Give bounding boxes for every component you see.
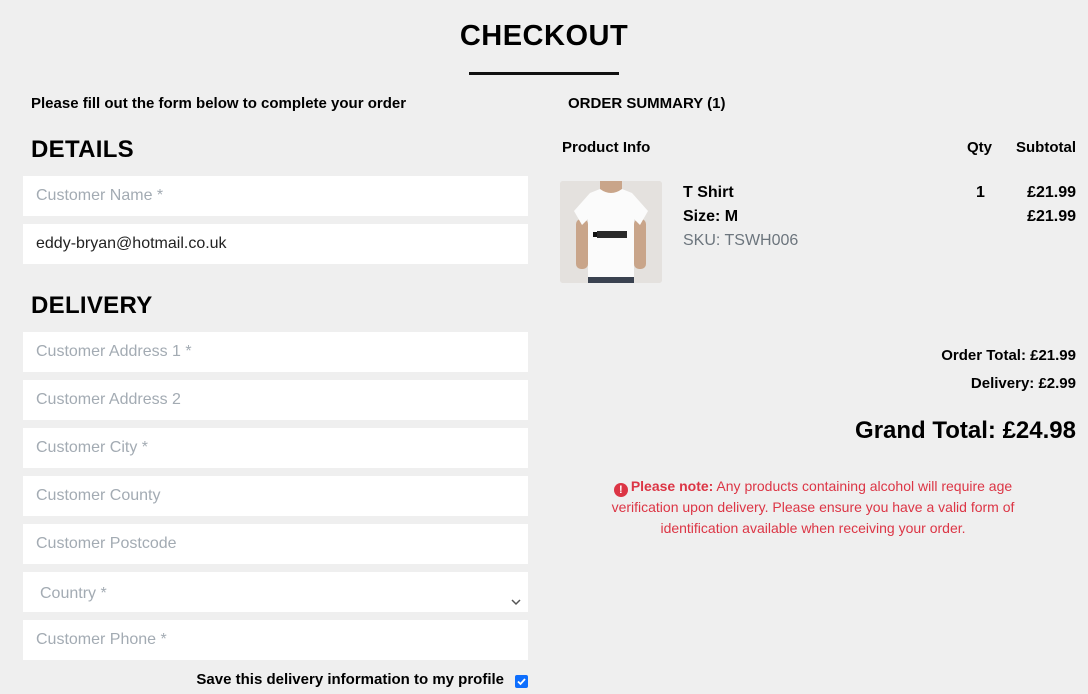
details-heading: DETAILS (31, 136, 134, 163)
country-select-value: Country * (40, 585, 107, 602)
customer-name-field[interactable] (23, 176, 528, 216)
exclamation-circle-icon: ! (613, 483, 628, 497)
product-sku: SKU: TSWH006 (683, 232, 799, 249)
order-summary-heading: ORDER SUMMARY (1) (568, 95, 726, 112)
order-total: Order Total: £21.99 (941, 347, 1076, 364)
checkmark-icon (517, 678, 526, 686)
delivery-heading: DELIVERY (31, 292, 153, 319)
address-1-field[interactable] (23, 332, 528, 372)
postcode-field[interactable] (23, 524, 528, 564)
save-delivery-row: Save this delivery information to my pro… (23, 671, 528, 691)
address-2-field[interactable] (23, 380, 528, 420)
delivery-cost: Delivery: £2.99 (970, 375, 1076, 392)
city-field[interactable] (23, 428, 528, 468)
product-subtotal: £21.99 (1027, 208, 1076, 225)
phone-field[interactable] (23, 620, 528, 660)
qty-header: Qty (967, 139, 993, 156)
save-delivery-checkbox[interactable] (515, 675, 528, 688)
t-shirt-product-photo (560, 181, 662, 283)
save-delivery-label[interactable]: Save this delivery information to my pro… (196, 671, 504, 688)
country-select[interactable]: Country * (23, 572, 528, 612)
notice-label: Please note: (630, 478, 714, 494)
product-info-header: Product Info (562, 139, 651, 156)
grand-total: Grand Total: £24.98 (855, 417, 1076, 444)
county-field[interactable] (23, 476, 528, 516)
product-name: T Shirt (683, 184, 734, 201)
title-underline (469, 72, 619, 75)
product-qty: 1 (976, 184, 985, 201)
product-price: £21.99 (1027, 184, 1076, 201)
subtotal-header: Subtotal (1016, 139, 1076, 156)
product-image[interactable] (560, 181, 662, 283)
product-size: Size: M (683, 208, 739, 225)
email-field[interactable] (23, 224, 528, 264)
chevron-down-icon (509, 583, 523, 606)
alcohol-notice: ! Please note: Any products containing al… (580, 476, 1046, 539)
form-instructions: Please fill out the form below to comple… (31, 95, 407, 112)
page-title: CHECKOUT (459, 20, 629, 52)
